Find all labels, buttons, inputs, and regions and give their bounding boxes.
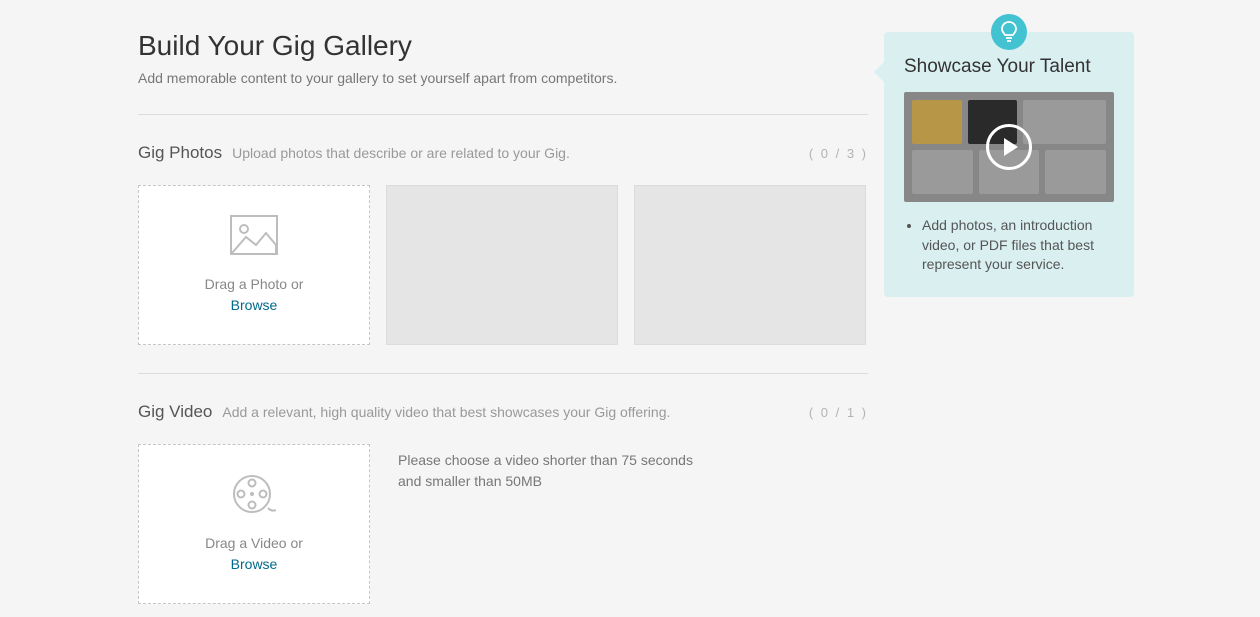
- video-drag-text: Drag a Video or Browse: [205, 533, 303, 575]
- video-desc: Add a relevant, high quality video that …: [222, 404, 808, 420]
- sidebar-title: Showcase Your Talent: [904, 56, 1114, 78]
- photo-drag-label: Drag a Photo or: [205, 276, 304, 292]
- page-title: Build Your Gig Gallery: [138, 30, 868, 62]
- video-title: Gig Video: [138, 402, 212, 422]
- video-browse-link[interactable]: Browse: [231, 556, 278, 572]
- page-subtitle: Add memorable content to your gallery to…: [138, 70, 868, 86]
- photo-slots: Drag a Photo or Browse: [138, 185, 868, 345]
- image-icon: [230, 215, 278, 260]
- video-upload-slot[interactable]: Drag a Video or Browse: [138, 444, 370, 604]
- divider: [138, 114, 868, 115]
- lightbulb-icon: [991, 14, 1027, 50]
- photo-drag-text: Drag a Photo or Browse: [205, 274, 304, 316]
- photos-section-header: Gig Photos Upload photos that describe o…: [138, 143, 868, 163]
- photo-slot-empty: [386, 185, 618, 345]
- sidebar-tips-list: Add photos, an introduction video, or PD…: [904, 216, 1114, 275]
- tutorial-video-thumbnail[interactable]: [904, 92, 1114, 202]
- video-hint: Please choose a video shorter than 75 se…: [398, 444, 698, 604]
- tip-sidebar: Showcase Your Talent: [884, 32, 1134, 297]
- play-icon: [986, 124, 1032, 170]
- photo-slot-empty: [634, 185, 866, 345]
- video-drag-label: Drag a Video or: [205, 535, 303, 551]
- video-count: ( 0 / 1 ): [809, 405, 868, 420]
- photos-count: ( 0 / 3 ): [809, 146, 868, 161]
- video-section-header: Gig Video Add a relevant, high quality v…: [138, 402, 868, 422]
- main-content: Build Your Gig Gallery Add memorable con…: [138, 30, 868, 604]
- sidebar-tip-item: Add photos, an introduction video, or PD…: [922, 216, 1114, 275]
- photos-desc: Upload photos that describe or are relat…: [232, 145, 809, 161]
- photo-upload-slot[interactable]: Drag a Photo or Browse: [138, 185, 370, 345]
- video-row: Drag a Video or Browse Please choose a v…: [138, 444, 868, 604]
- film-reel-icon: [232, 474, 276, 519]
- divider: [138, 373, 868, 374]
- photos-title: Gig Photos: [138, 143, 222, 163]
- photo-browse-link[interactable]: Browse: [231, 297, 278, 313]
